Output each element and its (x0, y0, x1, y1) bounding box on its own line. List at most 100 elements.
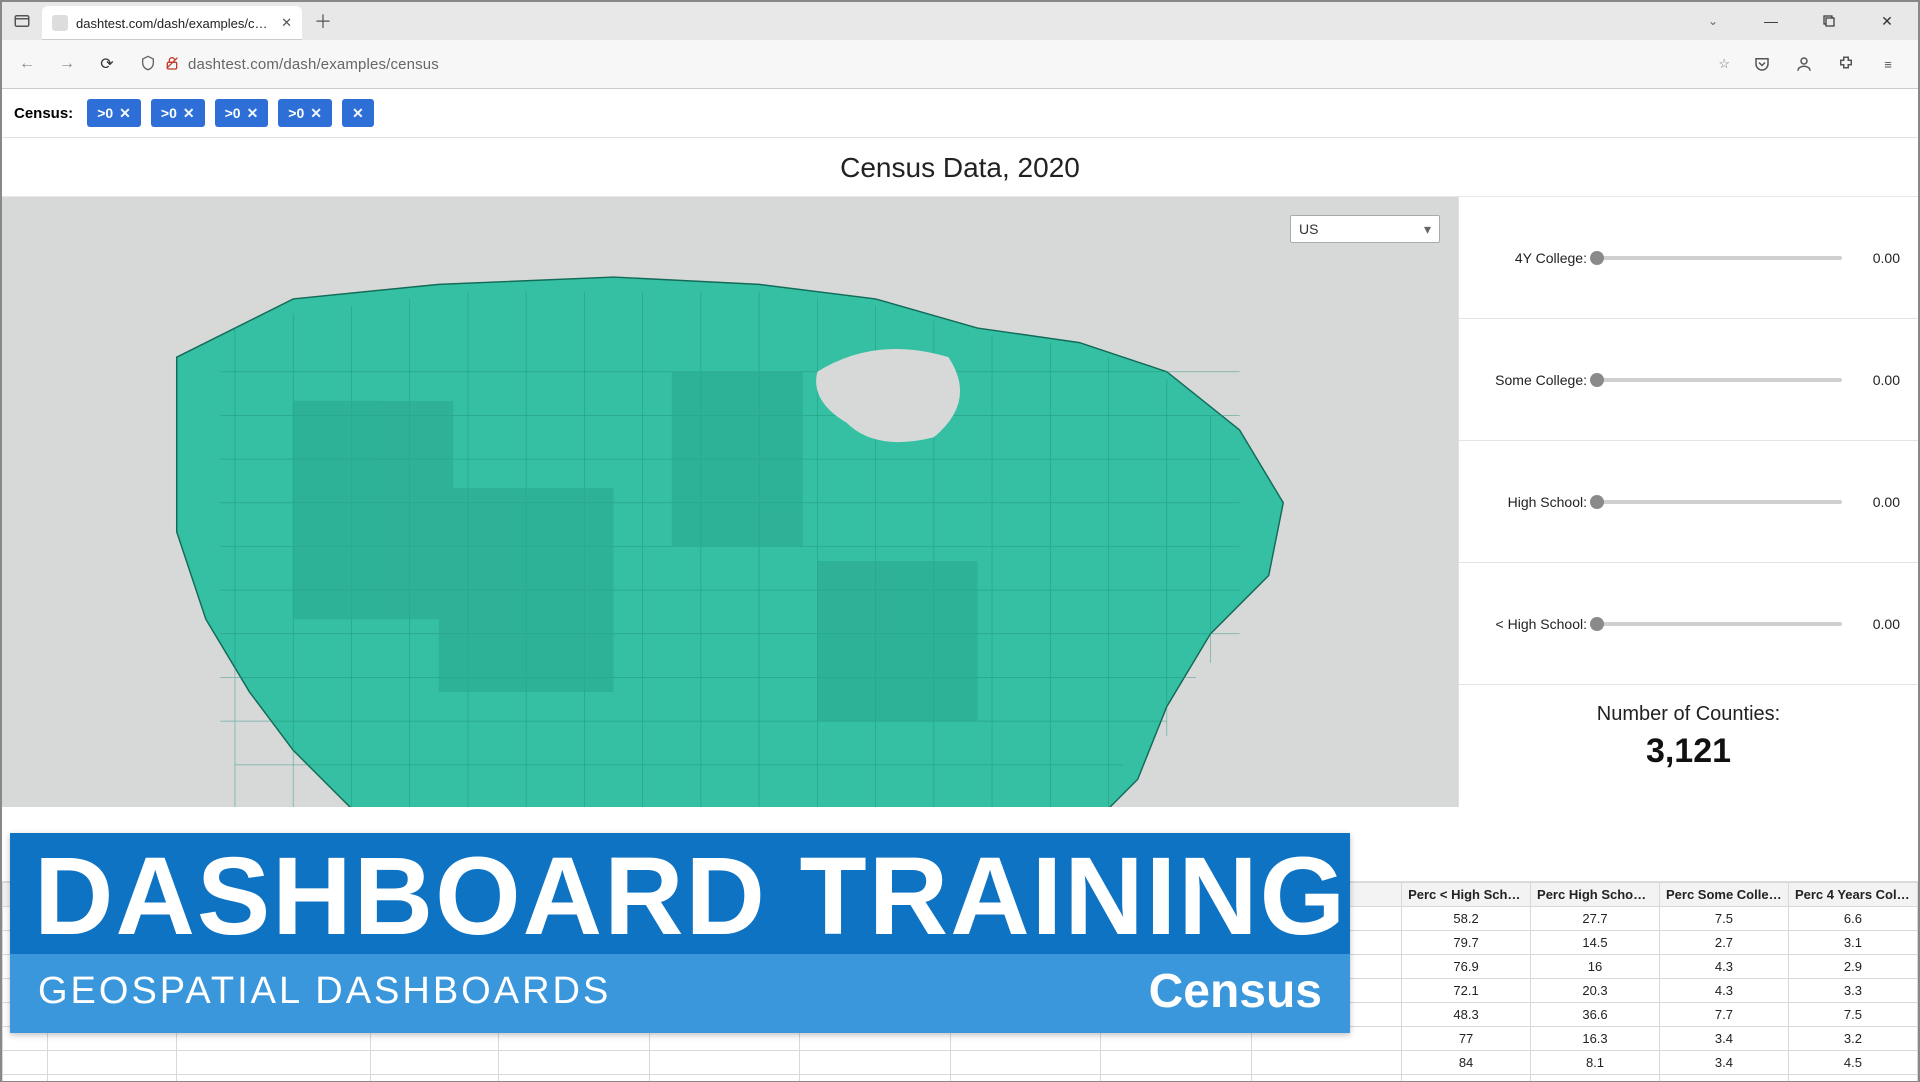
slider-value: 0.00 (1852, 616, 1900, 632)
table-cell: 8.1 (1531, 1051, 1660, 1075)
table-cell: 7.7 (1659, 1003, 1788, 1027)
chip-close-icon[interactable]: ✕ (247, 105, 259, 122)
slider-4y-college: 4Y College: 0.00 (1459, 197, 1918, 319)
table-cell: 3.3 (1788, 979, 1917, 1003)
table-cell (800, 1075, 950, 1082)
table-cell: 12 (1788, 1075, 1917, 1082)
browser-toolbar: ← → ⟳ dashtest.com/dash/examples/census … (2, 40, 1918, 88)
table-cell: 2.7 (1659, 931, 1788, 955)
table-cell: 77 (1402, 1027, 1531, 1051)
controls-panel: 4Y College: 0.00 Some College: 0.00 High… (1458, 197, 1918, 807)
banner-title: DASHBOARD TRAINING (10, 833, 1350, 955)
pocket-icon[interactable] (1748, 50, 1776, 78)
account-icon[interactable] (1790, 50, 1818, 78)
bookmark-star-icon[interactable]: ☆ (1718, 56, 1730, 72)
region-select-value: US (1299, 221, 1318, 237)
chip-close-icon[interactable]: ✕ (352, 105, 364, 122)
table-row[interactable]: 59.420.18.512 (3, 1075, 1918, 1082)
table-header[interactable]: Perc < High School (1402, 883, 1531, 907)
table-cell: 14.5 (1531, 931, 1660, 955)
extensions-icon[interactable] (1832, 50, 1860, 78)
window-maximize-button[interactable] (1800, 3, 1858, 39)
slider-value: 0.00 (1852, 250, 1900, 266)
table-cell (1251, 1051, 1401, 1075)
tab-title: dashtest.com/dash/examples/cens (76, 16, 273, 31)
table-cell: 48.3 (1402, 1003, 1531, 1027)
filter-chip[interactable]: >0✕ (278, 99, 332, 127)
slider-label: Some College: (1477, 372, 1587, 388)
table-cell (950, 1075, 1100, 1082)
table-cell (1101, 1051, 1251, 1075)
slider-track[interactable] (1597, 378, 1842, 382)
filter-label: Census: (14, 105, 73, 122)
table-cell: 79.7 (1402, 931, 1531, 955)
table-cell (177, 1075, 370, 1082)
slider-thumb[interactable] (1590, 495, 1604, 509)
training-banner: DASHBOARD TRAINING GEOSPATIAL DASHBOARDS… (10, 833, 1350, 1034)
table-cell: 84 (1402, 1051, 1531, 1075)
slider-track[interactable] (1597, 500, 1842, 504)
table-cell: 16.3 (1531, 1027, 1660, 1051)
table-cell (499, 1075, 649, 1082)
table-cell: 59.4 (1402, 1075, 1531, 1082)
region-select[interactable]: US ▾ (1290, 215, 1440, 243)
browser-tab[interactable]: dashtest.com/dash/examples/cens ✕ (42, 6, 302, 40)
county-counter: Number of Counties: 3,121 (1459, 685, 1918, 781)
table-cell: 72.1 (1402, 979, 1531, 1003)
table-cell (950, 1051, 1100, 1075)
table-cell: 4.5 (1788, 1051, 1917, 1075)
table-cell (370, 1075, 499, 1082)
table-cell (800, 1051, 950, 1075)
counter-label: Number of Counties: (1459, 703, 1918, 726)
filter-chip[interactable]: >0✕ (215, 99, 269, 127)
table-header[interactable]: Perc Some College (1659, 883, 1788, 907)
slider-track[interactable] (1597, 622, 1842, 626)
nav-reload-button[interactable]: ⟳ (92, 49, 122, 79)
slider-label: High School: (1477, 494, 1587, 510)
chip-close-icon[interactable]: ✕ (119, 105, 131, 122)
tab-close-button[interactable]: ✕ (281, 15, 292, 31)
chip-close-icon[interactable]: ✕ (183, 105, 195, 122)
table-cell (1101, 1075, 1251, 1082)
filter-icon[interactable] (1648, 891, 1660, 901)
table-cell: 3.2 (1788, 1027, 1917, 1051)
table-cell (3, 1075, 48, 1082)
window-titlebar: dashtest.com/dash/examples/cens ✕ ＋ ⌄ — … (2, 2, 1918, 40)
slider-thumb[interactable] (1590, 373, 1604, 387)
table-header[interactable]: Perc 4 Years Collage (1788, 883, 1917, 907)
nav-back-button[interactable]: ← (12, 49, 42, 79)
nav-forward-button[interactable]: → (52, 49, 82, 79)
table-row[interactable]: 848.13.44.5 (3, 1051, 1918, 1075)
chip-close-icon[interactable]: ✕ (310, 105, 322, 122)
table-cell: 20.3 (1531, 979, 1660, 1003)
counter-value: 3,121 (1459, 732, 1918, 771)
slider-value: 0.00 (1852, 372, 1900, 388)
table-cell: 4.3 (1659, 979, 1788, 1003)
slider-label: 4Y College: (1477, 250, 1587, 266)
banner-subtitle: GEOSPATIAL DASHBOARDS (38, 970, 611, 1013)
table-cell: 3.4 (1659, 1051, 1788, 1075)
slider-thumb[interactable] (1590, 617, 1604, 631)
window-minimize-button[interactable]: — (1742, 3, 1800, 39)
table-cell: 8.5 (1659, 1075, 1788, 1082)
window-chevron-button[interactable]: ⌄ (1684, 3, 1742, 39)
table-cell (649, 1051, 799, 1075)
filter-chip[interactable]: >0✕ (87, 99, 141, 127)
menu-icon[interactable]: ≡ (1874, 50, 1902, 78)
table-cell (3, 1051, 48, 1075)
table-cell (177, 1051, 370, 1075)
not-secure-icon (164, 55, 180, 74)
address-bar[interactable]: dashtest.com/dash/examples/census ☆ (132, 47, 1738, 81)
table-cell: 76.9 (1402, 955, 1531, 979)
table-header[interactable]: Perc High School (1531, 883, 1660, 907)
page-title: Census Data, 2020 (2, 138, 1918, 197)
slider-track[interactable] (1597, 256, 1842, 260)
window-close-button[interactable]: ✕ (1858, 3, 1916, 39)
slider-thumb[interactable] (1590, 251, 1604, 265)
table-cell (649, 1075, 799, 1082)
filter-chip-clear[interactable]: ✕ (342, 99, 374, 127)
choropleth-map[interactable]: US ▾ (2, 197, 1458, 807)
table-cell: 27.7 (1531, 907, 1660, 931)
filter-chip[interactable]: >0✕ (151, 99, 205, 127)
new-tab-button[interactable]: ＋ (308, 6, 338, 36)
